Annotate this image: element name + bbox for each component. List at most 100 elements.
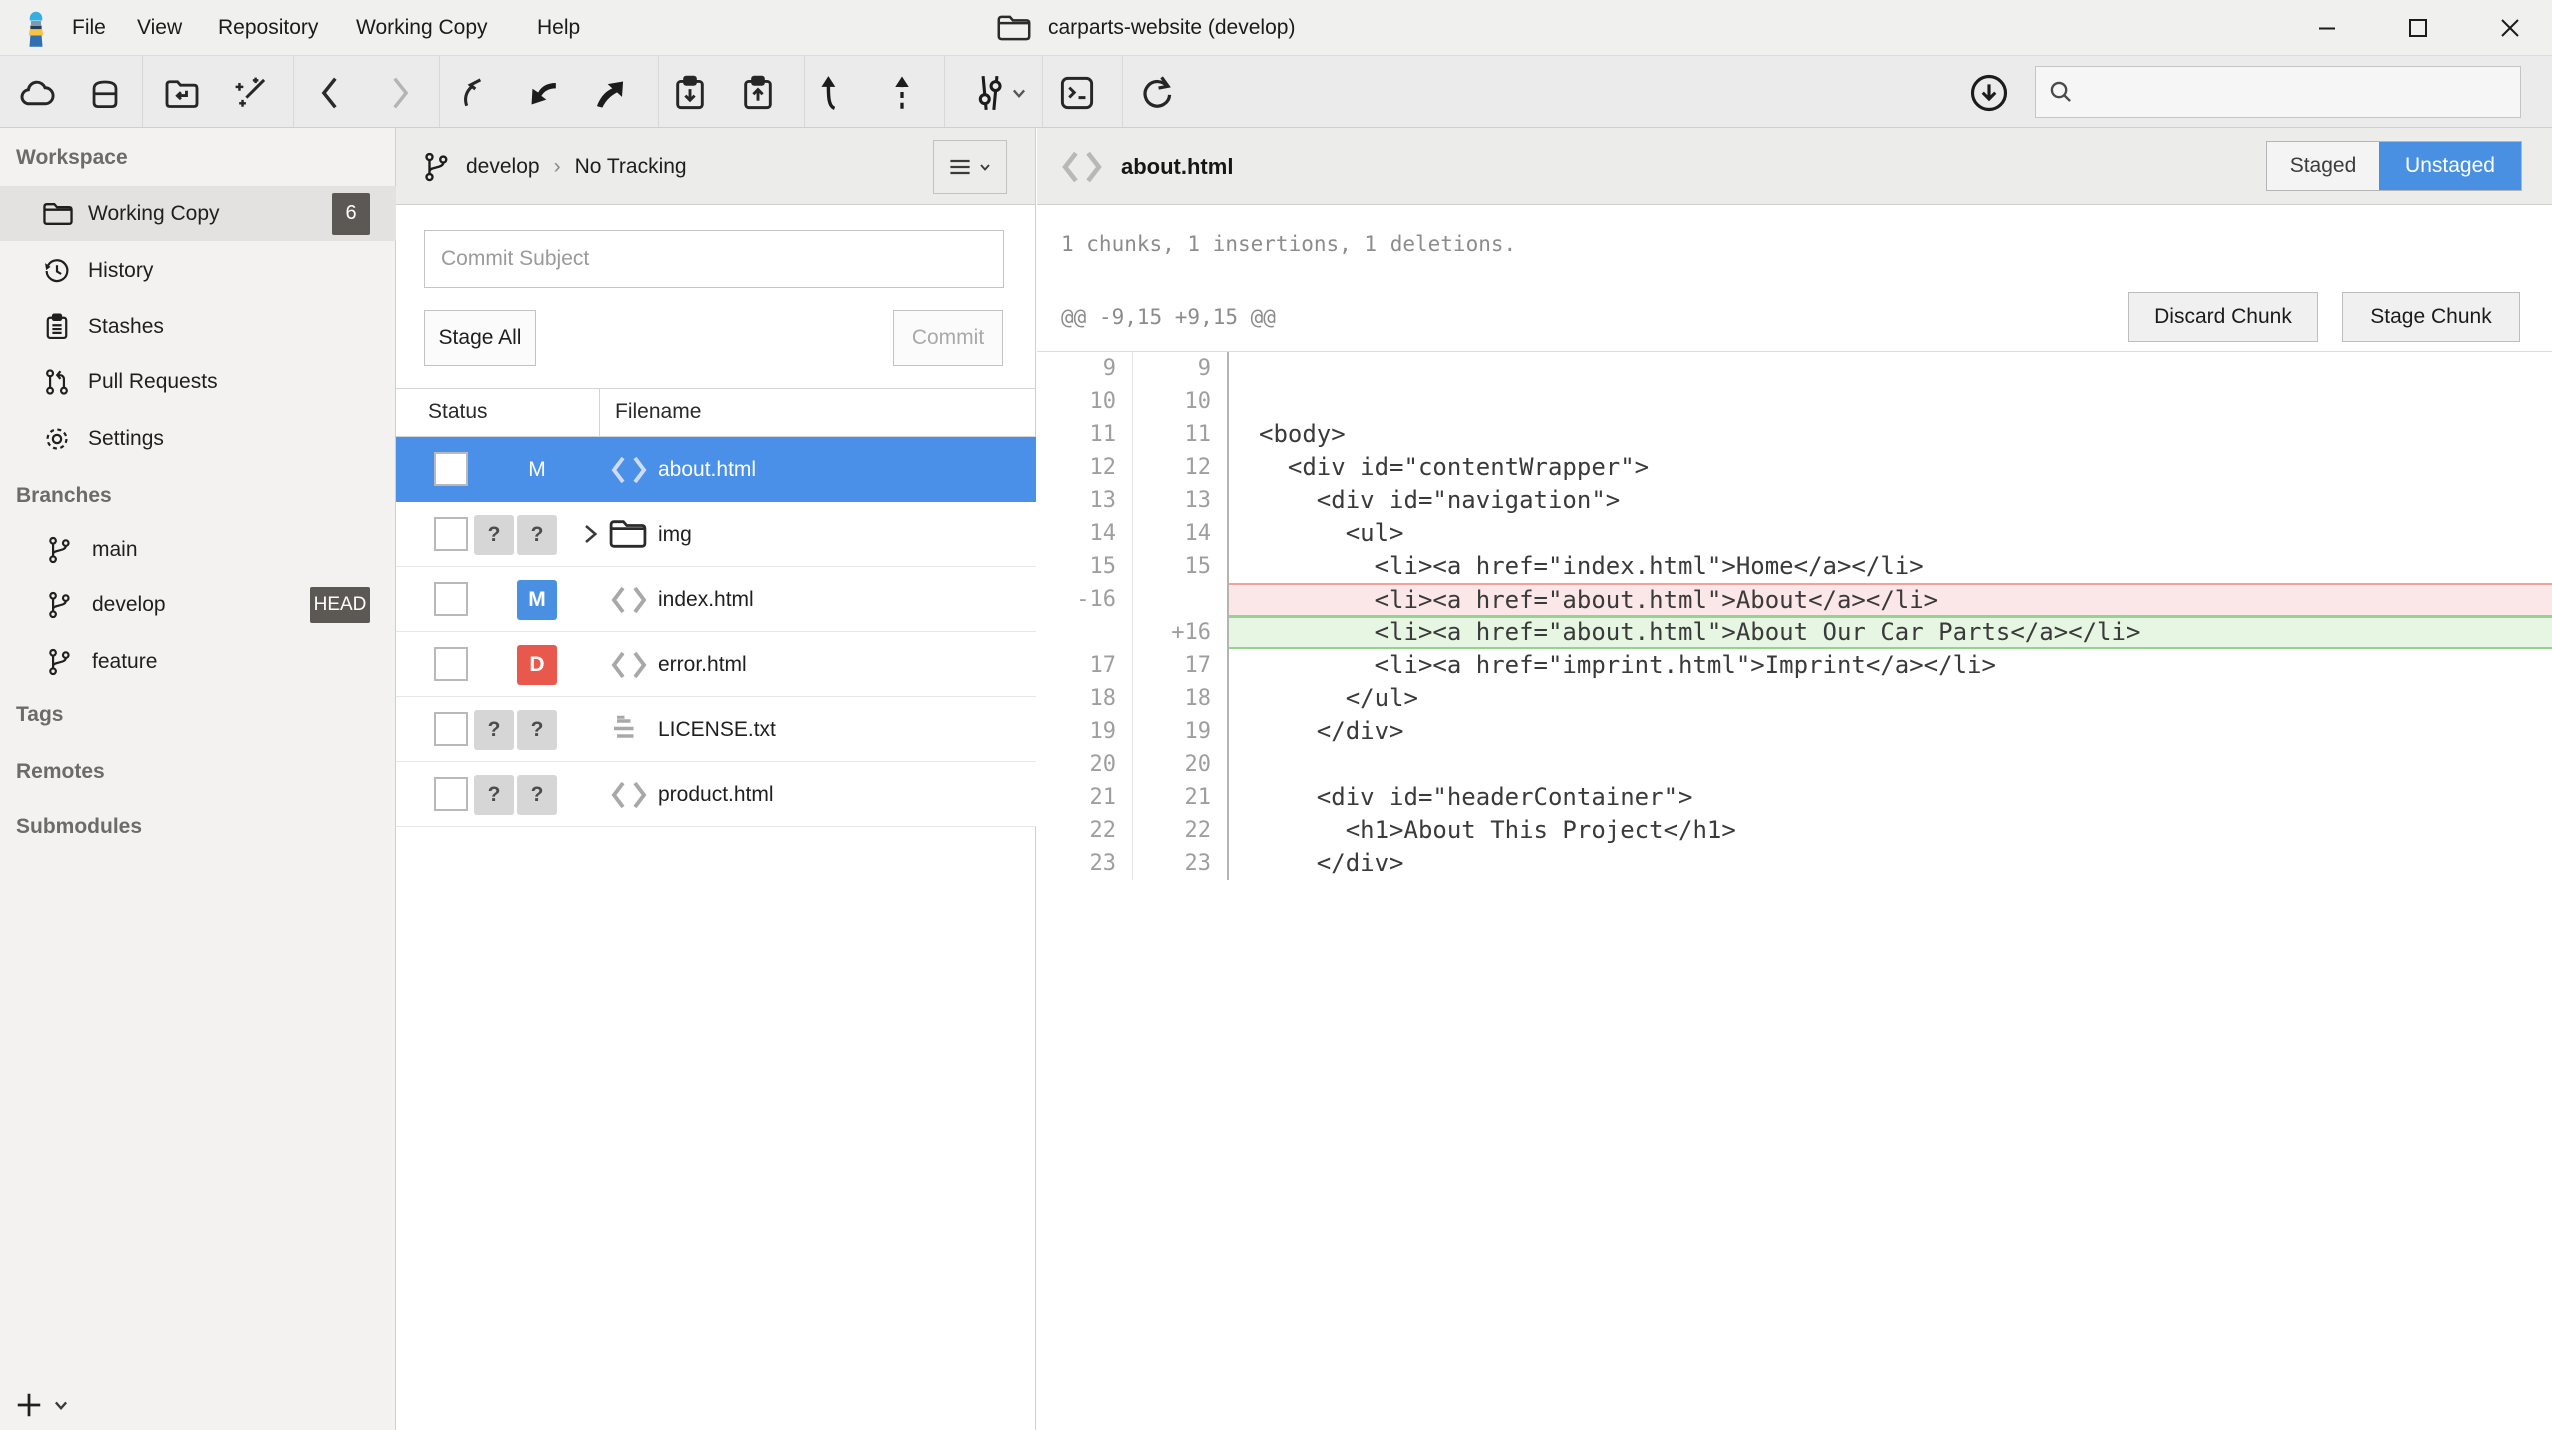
diff-line: 1818 </ul>: [1037, 682, 2552, 715]
pop-stash-icon[interactable]: [735, 70, 781, 116]
filename-label: index.html: [658, 567, 754, 632]
forward-icon[interactable]: [376, 70, 422, 116]
repository-drive-icon[interactable]: [82, 70, 128, 116]
branch-item-main[interactable]: main: [0, 525, 396, 575]
minimize-button[interactable]: [2295, 0, 2359, 55]
fetch-status-icon[interactable]: [1966, 70, 2012, 116]
stage-checkbox[interactable]: [434, 517, 468, 551]
stage-checkbox[interactable]: [434, 712, 468, 746]
branch-icon: [46, 535, 74, 565]
file-row-img[interactable]: ? ? img: [396, 502, 1036, 567]
window-title-text: carparts-website (develop): [1048, 16, 1295, 40]
search-box[interactable]: [2035, 66, 2521, 118]
staged-tab[interactable]: Staged: [2267, 142, 2379, 190]
open-repository-icon[interactable]: [159, 70, 205, 116]
status-untracked-badge: ?: [474, 515, 514, 555]
pull-icon[interactable]: [519, 70, 565, 116]
fork-app-icon: [18, 8, 54, 48]
fetch-cloud-icon[interactable]: [14, 70, 60, 116]
status-untracked-badge: ?: [517, 515, 557, 555]
expand-chevron-icon[interactable]: [579, 522, 601, 546]
commit-panel: develop › No Tracking Stage All Commit S…: [396, 128, 1036, 1430]
diff-panel: about.html Staged Unstaged 1 chunks, 1 i…: [1037, 128, 2552, 1430]
sidebar-item-working-copy[interactable]: Working Copy 6: [0, 186, 396, 241]
toolbar: [0, 55, 2552, 128]
create-branch-icon[interactable]: [810, 70, 856, 116]
maximize-button[interactable]: [2386, 0, 2450, 55]
terminal-icon[interactable]: [1054, 70, 1100, 116]
stage-checkbox[interactable]: [434, 647, 468, 681]
folder-icon: [42, 200, 74, 228]
diff-line-removed: -16 <li><a href="about.html">About</a></…: [1037, 583, 2552, 616]
menu-repository[interactable]: Repository: [212, 0, 324, 55]
status-untracked-badge: ?: [517, 710, 557, 750]
stage-checkbox[interactable]: [434, 777, 468, 811]
code-file-icon: [608, 450, 650, 490]
undo-checkout-icon[interactable]: [452, 70, 498, 116]
branches-header: Branches: [16, 484, 112, 508]
sidebar-item-stashes[interactable]: Stashes: [0, 299, 396, 354]
refresh-icon[interactable]: [1134, 70, 1180, 116]
status-untracked-badge: ?: [474, 710, 514, 750]
diff-line: 1010: [1037, 385, 2552, 418]
menu-help[interactable]: Help: [531, 0, 586, 55]
branch-item-develop[interactable]: develop HEAD: [0, 580, 396, 630]
menu-working-copy[interactable]: Working Copy: [350, 0, 494, 55]
code-file-icon: [608, 645, 650, 685]
sidebar-item-pull-requests[interactable]: Pull Requests: [0, 354, 396, 409]
file-row-error[interactable]: D error.html: [396, 632, 1036, 697]
status-deleted-badge: D: [517, 645, 557, 685]
discard-chunk-button[interactable]: Discard Chunk: [2128, 292, 2318, 342]
chevron-down-icon: [978, 160, 992, 174]
back-icon[interactable]: [308, 70, 354, 116]
push-icon[interactable]: [587, 70, 633, 116]
close-button[interactable]: [2478, 0, 2542, 55]
stage-checkbox[interactable]: [434, 582, 468, 616]
filename-label: product.html: [658, 762, 774, 827]
diff-line: 1919 </div>: [1037, 715, 2552, 748]
commit-subject-input[interactable]: [424, 230, 1004, 288]
filename-label: error.html: [658, 632, 747, 697]
file-row-license[interactable]: ? ? LICENSE.txt: [396, 697, 1036, 762]
sidebar: Workspace Working Copy 6 History Stashes…: [0, 128, 396, 1430]
compare-branches-dropdown[interactable]: [962, 70, 1036, 116]
submodules-header[interactable]: Submodules: [16, 815, 142, 839]
stage-all-button[interactable]: Stage All: [424, 310, 536, 366]
branch-options-button[interactable]: [933, 140, 1007, 194]
unstaged-tab[interactable]: Unstaged: [2379, 142, 2521, 190]
status-column-header: Status: [428, 400, 488, 424]
code-file-icon: [608, 775, 650, 815]
sidebar-item-history[interactable]: History: [0, 243, 396, 298]
tags-header[interactable]: Tags: [16, 703, 63, 727]
add-repository-button[interactable]: [14, 1390, 70, 1420]
search-input[interactable]: [2084, 67, 2520, 117]
diff-code-view[interactable]: 99 1010 1111<body> 1212 <div id="content…: [1037, 352, 2552, 880]
file-row-index[interactable]: M index.html: [396, 567, 1036, 632]
plus-icon: [14, 1390, 44, 1420]
quick-launch-wand-icon[interactable]: [228, 70, 274, 116]
stage-chunk-button[interactable]: Stage Chunk: [2342, 292, 2520, 342]
menu-view[interactable]: View: [131, 0, 188, 55]
commit-button[interactable]: Commit: [893, 310, 1003, 366]
branch-item-feature[interactable]: feature: [0, 637, 396, 687]
branch-icon: [422, 150, 452, 184]
sidebar-item-settings[interactable]: Settings: [0, 411, 396, 466]
diff-header: about.html Staged Unstaged: [1037, 128, 2552, 205]
menu-file[interactable]: File: [66, 0, 112, 55]
diff-line: 1313 <div id="navigation">: [1037, 484, 2552, 517]
status-untracked-badge: ?: [517, 775, 557, 815]
stage-checkbox[interactable]: [434, 452, 468, 486]
current-branch-label: develop: [466, 155, 540, 179]
code-file-icon: [1059, 145, 1105, 189]
diff-line: 99: [1037, 352, 2552, 385]
remotes-header[interactable]: Remotes: [16, 760, 105, 784]
chevron-down-icon: [1010, 84, 1028, 102]
diff-line: 2020: [1037, 748, 2552, 781]
stashes-icon: [42, 311, 72, 343]
dashed-arrow-icon[interactable]: [879, 70, 925, 116]
workspace-header: Workspace: [16, 146, 128, 170]
sidebar-item-label: History: [88, 259, 153, 283]
file-row-about[interactable]: M about.html: [396, 437, 1036, 502]
stash-icon[interactable]: [667, 70, 713, 116]
file-row-product[interactable]: ? ? product.html: [396, 762, 1036, 827]
